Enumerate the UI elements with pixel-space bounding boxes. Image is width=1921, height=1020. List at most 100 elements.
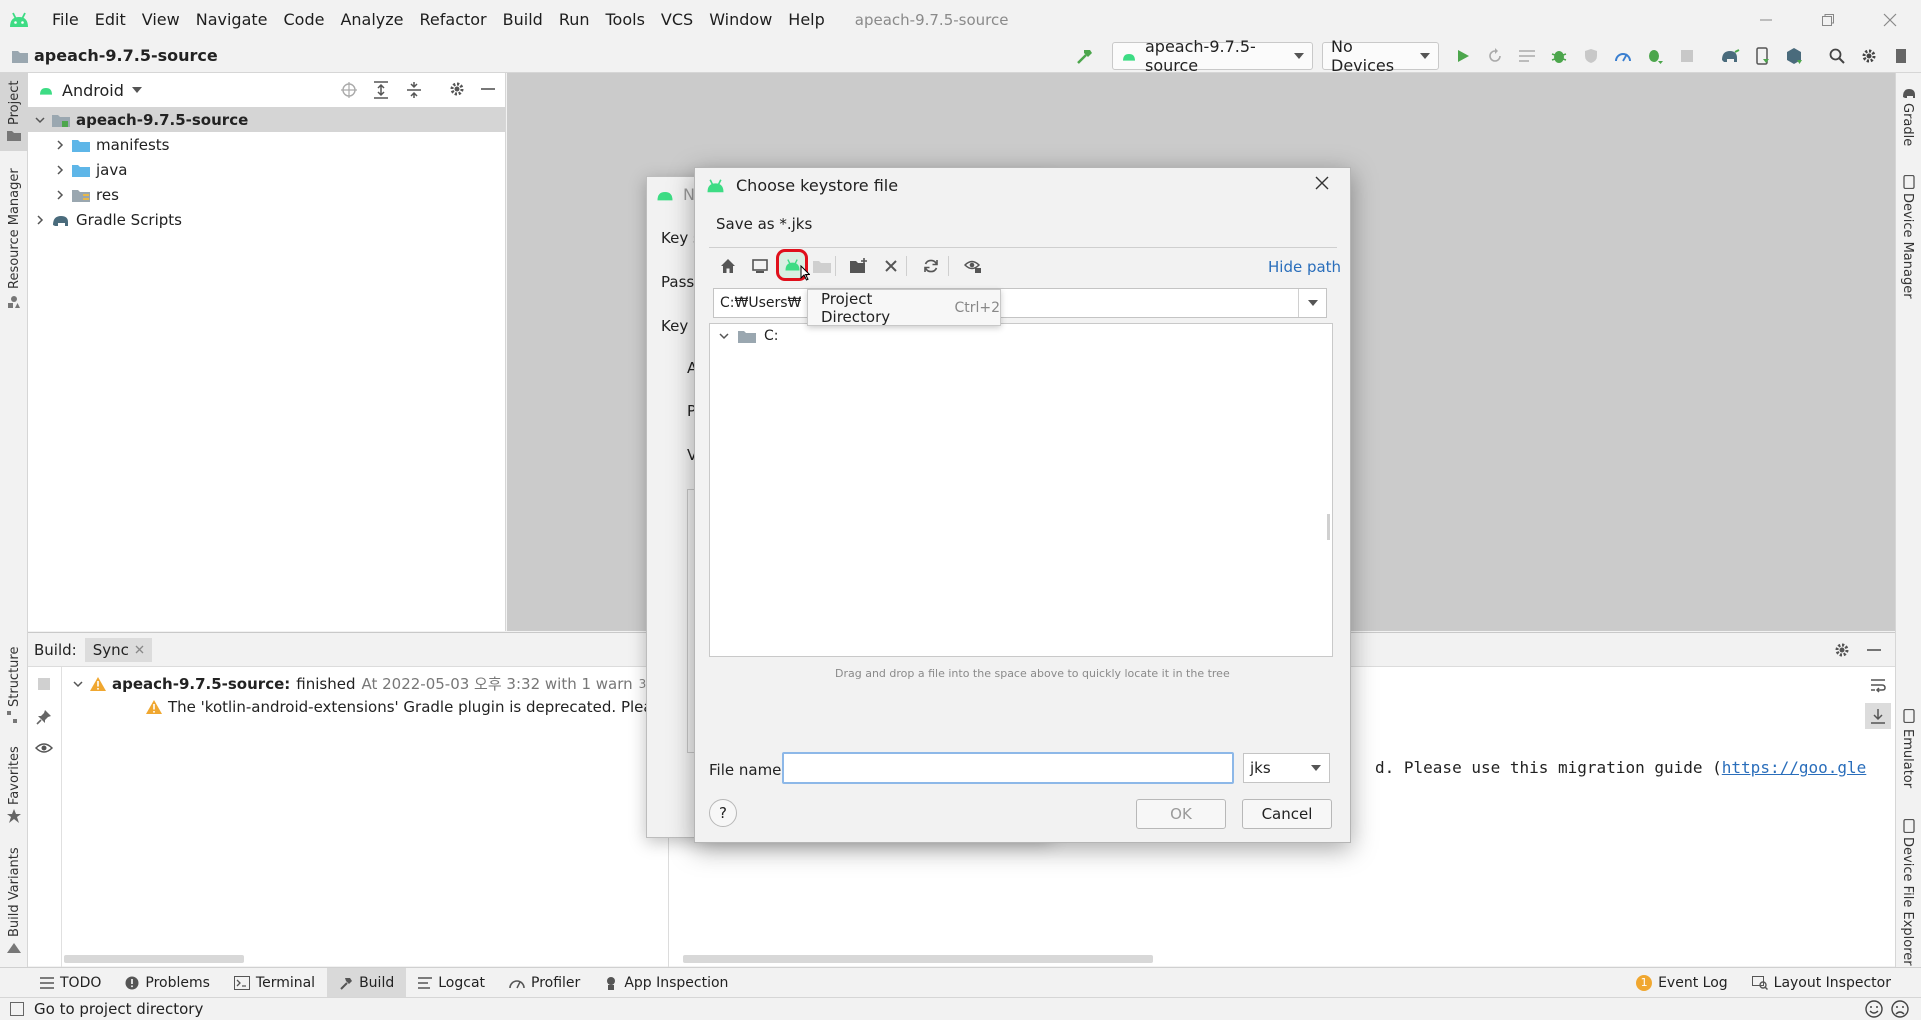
module-directory-button[interactable] bbox=[810, 254, 834, 278]
apply-code-changes-button[interactable] bbox=[1515, 44, 1539, 68]
hide-build-panel-button[interactable] bbox=[1866, 642, 1882, 658]
resource-manager-tool-tab[interactable]: Resource Manager bbox=[0, 165, 28, 315]
file-type-select[interactable]: jks bbox=[1243, 753, 1330, 783]
refresh-button[interactable] bbox=[919, 254, 943, 278]
attach-debugger-button[interactable] bbox=[1643, 44, 1667, 68]
tree-item-drive-c[interactable]: C: bbox=[718, 328, 779, 344]
device-manager-button[interactable] bbox=[1750, 44, 1774, 68]
sync-gradle-button[interactable] bbox=[1718, 44, 1742, 68]
build-options-button[interactable] bbox=[1834, 642, 1850, 658]
chevron-down-icon[interactable] bbox=[34, 114, 46, 126]
chevron-right-icon[interactable] bbox=[54, 139, 66, 151]
menu-build[interactable]: Build bbox=[495, 10, 551, 29]
close-icon[interactable] bbox=[135, 645, 144, 654]
build-variants-tool-tab[interactable]: Build Variants bbox=[0, 845, 28, 957]
ok-button[interactable]: OK bbox=[1136, 799, 1226, 829]
device-file-explorer-tool-tab[interactable]: Device File Explorer bbox=[1896, 815, 1921, 966]
cancel-button[interactable]: Cancel bbox=[1242, 799, 1332, 829]
scroll-to-end-button[interactable] bbox=[1865, 703, 1891, 729]
dialog-close-button[interactable] bbox=[1315, 176, 1329, 190]
stop-build-button[interactable] bbox=[37, 677, 51, 691]
chevron-right-icon[interactable] bbox=[34, 214, 46, 226]
build-result-row[interactable]: apeach-9.7.5-source: finished At 2022-05… bbox=[72, 673, 674, 694]
run-configuration-select[interactable]: apeach-9.7.5-source bbox=[1112, 37, 1313, 75]
delete-button[interactable] bbox=[879, 254, 903, 278]
view-options-button[interactable] bbox=[35, 741, 53, 755]
menu-window[interactable]: Window bbox=[701, 10, 780, 29]
frown-icon[interactable] bbox=[1891, 1000, 1909, 1018]
menu-help[interactable]: Help bbox=[780, 10, 832, 29]
new-folder-button[interactable] bbox=[847, 254, 871, 278]
chevron-right-icon[interactable] bbox=[54, 164, 66, 176]
file-name-input[interactable] bbox=[782, 752, 1234, 784]
menu-vcs[interactable]: VCS bbox=[653, 10, 701, 29]
path-input[interactable]: C:₩Users₩ bbox=[714, 295, 1298, 311]
file-tree[interactable]: C: bbox=[709, 323, 1333, 657]
app-inspection-tool-button[interactable]: App Inspection bbox=[592, 968, 740, 998]
search-button[interactable] bbox=[1825, 44, 1849, 68]
tree-item-java[interactable]: java bbox=[28, 157, 505, 182]
chevron-down-icon[interactable] bbox=[718, 330, 730, 342]
emulator-tool-tab[interactable]: Emulator bbox=[1896, 703, 1921, 803]
console-scrollbar[interactable] bbox=[683, 955, 1153, 963]
path-field[interactable]: C:₩Users₩ bbox=[713, 288, 1327, 318]
build-warning-row[interactable]: The 'kotlin-android-extensions' Gradle p… bbox=[146, 698, 674, 716]
sdk-manager-button[interactable] bbox=[1782, 44, 1806, 68]
settings-button[interactable] bbox=[1857, 44, 1881, 68]
tree-scrollbar[interactable] bbox=[1327, 514, 1330, 540]
chevron-right-icon[interactable] bbox=[54, 189, 66, 201]
pin-button[interactable] bbox=[36, 709, 52, 725]
tree-item-project-root[interactable]: apeach-9.7.5-source bbox=[28, 107, 505, 132]
logcat-tool-button[interactable]: Logcat bbox=[406, 968, 497, 998]
show-hidden-files-button[interactable] bbox=[961, 254, 985, 278]
migration-guide-link[interactable]: https://goo.gle bbox=[1722, 758, 1867, 777]
profiler-tool-button[interactable]: Profiler bbox=[497, 968, 592, 998]
debug-button[interactable] bbox=[1547, 44, 1571, 68]
chevron-down-icon[interactable] bbox=[131, 86, 142, 94]
locate-file-button[interactable] bbox=[340, 81, 358, 99]
toggle-tool-windows-icon[interactable] bbox=[10, 1002, 24, 1016]
layout-inspector-tool-button[interactable]: Layout Inspector bbox=[1740, 968, 1921, 998]
menu-run[interactable]: Run bbox=[551, 10, 598, 29]
menu-edit[interactable]: Edit bbox=[87, 10, 134, 29]
expand-all-button[interactable] bbox=[373, 81, 389, 99]
tab-sync[interactable]: Sync bbox=[84, 637, 152, 662]
home-directory-button[interactable] bbox=[716, 254, 740, 278]
problems-tool-button[interactable]: Problems bbox=[113, 968, 222, 998]
tree-item-manifests[interactable]: manifests bbox=[28, 132, 505, 157]
menu-analyze[interactable]: Analyze bbox=[332, 10, 411, 29]
device-manager-tool-tab[interactable]: Device Manager bbox=[1896, 171, 1921, 299]
close-window-button[interactable] bbox=[1859, 0, 1921, 39]
collapse-all-button[interactable] bbox=[406, 81, 422, 99]
todo-tool-button[interactable]: TODO bbox=[28, 968, 113, 998]
apply-changes-button[interactable] bbox=[1483, 44, 1507, 68]
project-options-button[interactable] bbox=[449, 81, 465, 97]
breadcrumb[interactable]: apeach-9.7.5-source bbox=[12, 46, 218, 65]
event-log-tool-button[interactable]: 1 Event Log bbox=[1624, 968, 1740, 998]
tree-item-gradle-scripts[interactable]: Gradle Scripts bbox=[28, 207, 505, 232]
jetbrains-account-button[interactable] bbox=[1889, 44, 1913, 68]
build-tree-scrollbar[interactable] bbox=[64, 955, 244, 963]
menu-view[interactable]: View bbox=[134, 10, 188, 29]
make-project-button[interactable] bbox=[1073, 44, 1097, 68]
chevron-down-icon[interactable] bbox=[72, 678, 84, 690]
help-button[interactable]: ? bbox=[709, 799, 737, 827]
gradle-tool-tab[interactable]: Gradle bbox=[1896, 77, 1921, 153]
stop-button[interactable] bbox=[1675, 44, 1699, 68]
device-select[interactable]: No Devices bbox=[1322, 37, 1439, 75]
menu-refactor[interactable]: Refactor bbox=[412, 10, 495, 29]
soft-wrap-button[interactable] bbox=[1870, 677, 1886, 693]
project-tool-tab[interactable]: Project bbox=[0, 73, 28, 151]
desktop-directory-button[interactable] bbox=[748, 254, 772, 278]
project-view-select[interactable]: Android bbox=[62, 81, 124, 100]
minimize-button[interactable] bbox=[1735, 0, 1797, 39]
profile-button[interactable] bbox=[1611, 44, 1635, 68]
favorites-tool-tab[interactable]: Favorites bbox=[0, 741, 28, 827]
smile-icon[interactable] bbox=[1865, 1000, 1883, 1018]
terminal-tool-button[interactable]: Terminal bbox=[222, 968, 327, 998]
hide-panel-button[interactable] bbox=[480, 81, 496, 97]
menu-file[interactable]: File bbox=[44, 10, 87, 29]
coverage-button[interactable] bbox=[1579, 44, 1603, 68]
menu-tools[interactable]: Tools bbox=[598, 10, 653, 29]
structure-tool-tab[interactable]: Structure bbox=[0, 645, 28, 723]
